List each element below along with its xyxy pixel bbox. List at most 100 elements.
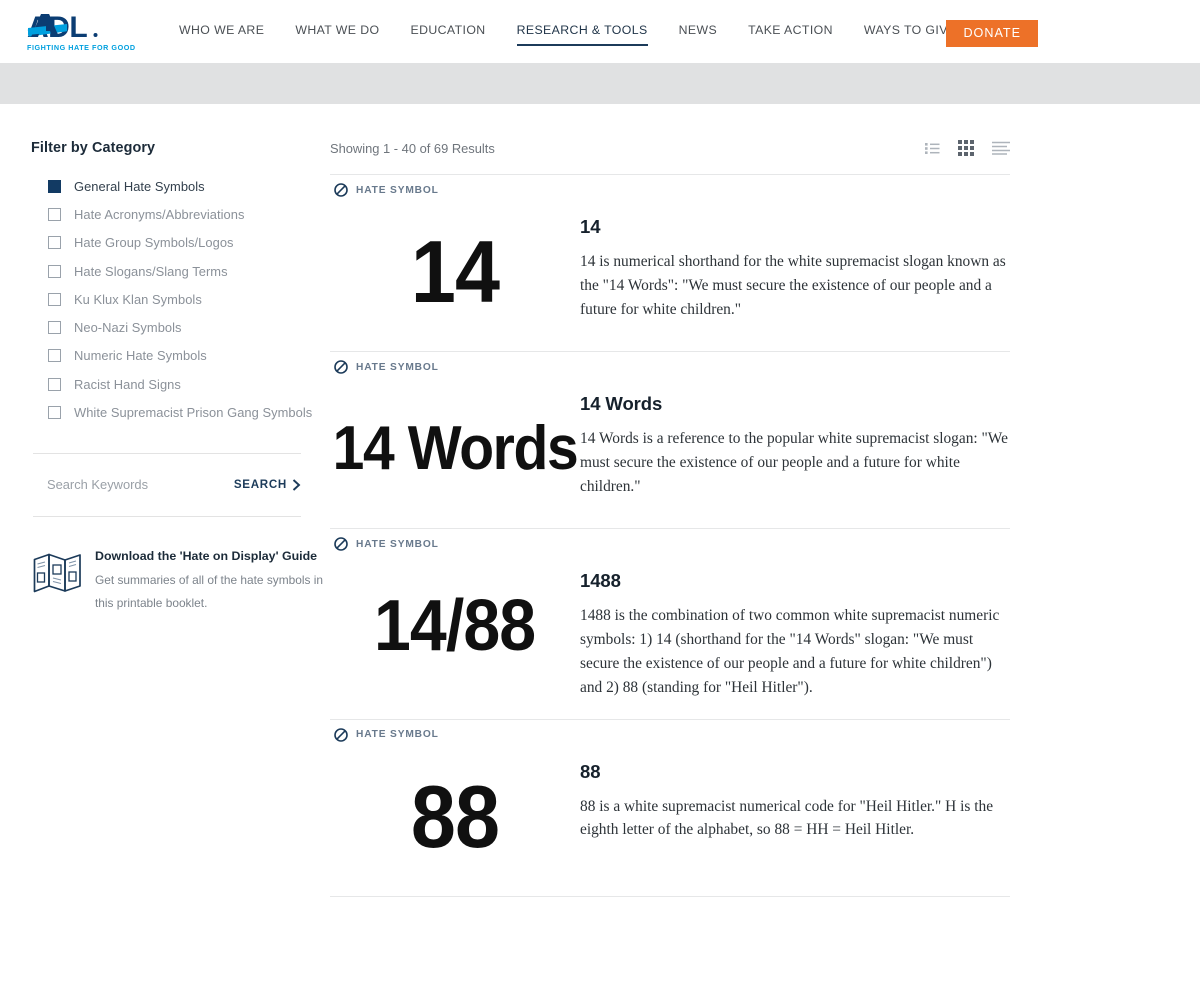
list-view-icon[interactable] xyxy=(925,142,940,155)
checkbox-icon[interactable] xyxy=(48,377,61,391)
page-banner xyxy=(0,63,1200,104)
nav-item-take-action[interactable]: TAKE ACTION xyxy=(748,17,833,46)
keyword-search-row: SEARCH xyxy=(33,454,301,516)
badge-label: HATE SYMBOL xyxy=(356,361,439,373)
prohibition-icon xyxy=(334,537,348,551)
symbol-glyph: 14 xyxy=(410,222,500,321)
filter-item-numeric-hate-symbols[interactable]: Numeric Hate Symbols xyxy=(31,342,330,370)
filter-label: White Supremacist Prison Gang Symbols xyxy=(74,405,313,421)
checkbox-icon[interactable] xyxy=(48,264,61,278)
symbol-thumbnail: 14 Words xyxy=(330,389,580,509)
symbol-thumbnail: 14/88 xyxy=(330,566,580,686)
result-title[interactable]: 88 xyxy=(580,761,1010,783)
result-card-inner: 88 88 88 is a white supremacist numerica… xyxy=(330,736,1010,877)
checkbox-icon[interactable] xyxy=(48,321,61,335)
filter-item-prison-gang-symbols[interactable]: White Supremacist Prison Gang Symbols xyxy=(31,398,330,426)
filter-item-hate-slogans[interactable]: Hate Slogans/Slang Terms xyxy=(31,257,330,285)
result-description: 14 is numerical shorthand for the white … xyxy=(580,253,1006,318)
grid-view-icon-svg xyxy=(958,140,974,156)
grid-view-icon[interactable] xyxy=(958,140,974,156)
compact-view-icon[interactable] xyxy=(992,141,1010,155)
result-card-inner: 14/88 1488 1488 is the combination of tw… xyxy=(330,545,1010,700)
filter-sidebar: Filter by Category General Hate Symbols … xyxy=(0,140,330,897)
filter-panel-title: Filter by Category xyxy=(31,140,156,156)
result-card[interactable]: HATE SYMBOL 14/88 1488 1488 is the combi… xyxy=(330,529,1010,720)
promo-title: Download the 'Hate on Display' Guide xyxy=(95,548,318,563)
symbol-glyph: 14 Words xyxy=(332,414,579,483)
promo-text: Get summaries of all of the hate symbols… xyxy=(95,572,324,610)
result-title[interactable]: 1488 xyxy=(580,570,1010,592)
search-button-label: SEARCH xyxy=(233,478,287,492)
nav-item-ways-to-give[interactable]: WAYS TO GIVE xyxy=(864,17,957,46)
symbol-thumbnail: 88 xyxy=(330,757,580,877)
hate-symbol-badge: HATE SYMBOL xyxy=(334,183,439,197)
symbol-thumbnail: 14 xyxy=(330,212,580,332)
result-title[interactable]: 14 Words xyxy=(580,393,1010,415)
symbol-glyph: 14/88 xyxy=(374,586,536,666)
hate-symbol-badge: HATE SYMBOL xyxy=(334,360,439,374)
result-info: 14 14 is numerical shorthand for the whi… xyxy=(580,212,1010,322)
badge-label: HATE SYMBOL xyxy=(356,729,439,740)
sidebar-divider-bottom xyxy=(33,515,301,517)
filter-item-neo-nazi-symbols[interactable]: Neo-Nazi Symbols xyxy=(31,313,330,341)
filter-item-hate-group-symbols[interactable]: Hate Group Symbols/Logos xyxy=(31,229,330,257)
filter-label: General Hate Symbols xyxy=(74,178,205,194)
symbol-glyph: 88 xyxy=(410,766,500,866)
nav-item-research-and-tools[interactable]: RESEARCH & TOOLS xyxy=(516,17,648,46)
hate-symbol-badge: HATE SYMBOL xyxy=(334,537,439,551)
hate-symbol-badge: HATE SYMBOL xyxy=(334,727,439,742)
result-description: 14 Words is a reference to the popular w… xyxy=(580,430,1008,495)
nav-item-education[interactable]: EDUCATION xyxy=(410,17,485,46)
filter-label: Neo-Nazi Symbols xyxy=(74,320,182,336)
adl-logo-svg: ADL A xyxy=(27,11,98,44)
view-toggle-group xyxy=(925,140,1010,156)
badge-label: HATE SYMBOL xyxy=(356,184,439,196)
adl-logo-mark: ADL A xyxy=(27,11,139,44)
brochure-icon xyxy=(33,548,82,616)
search-input[interactable] xyxy=(33,477,203,493)
filter-item-general-hate-symbols[interactable]: General Hate Symbols xyxy=(31,172,330,200)
checkbox-checked-icon[interactable] xyxy=(48,179,61,193)
filter-item-racist-hand-signs[interactable]: Racist Hand Signs xyxy=(31,370,330,398)
checkbox-icon[interactable] xyxy=(48,349,61,363)
prohibition-icon xyxy=(334,727,348,742)
prohibition-icon xyxy=(334,183,348,197)
compact-view-icon-svg xyxy=(992,141,1010,155)
nav-item-what-we-do[interactable]: WHAT WE DO xyxy=(295,17,379,46)
chevron-right-icon xyxy=(292,478,301,491)
search-button[interactable]: SEARCH xyxy=(234,478,301,491)
checkbox-icon[interactable] xyxy=(48,406,61,420)
result-title[interactable]: 14 xyxy=(580,216,1010,238)
nav-item-news[interactable]: NEWS xyxy=(679,17,718,46)
result-card[interactable]: HATE SYMBOL 14 Words 14 Words 14 Words i… xyxy=(330,352,1010,529)
result-description: 1488 is the combination of two common wh… xyxy=(580,607,1000,696)
filter-label: Hate Group Symbols/Logos xyxy=(74,235,234,251)
result-info: 14 Words 14 Words is a reference to the … xyxy=(580,389,1010,499)
adl-logo[interactable]: ADL A FIGHTING HATE FOR GOOD xyxy=(27,11,139,52)
result-info: 1488 1488 is the combination of two comm… xyxy=(580,566,1010,700)
adl-logo-tagline: FIGHTING HATE FOR GOOD xyxy=(27,42,136,52)
badge-label: HATE SYMBOL xyxy=(356,538,439,550)
brochure-icon-svg xyxy=(33,553,81,593)
filter-label: Ku Klux Klan Symbols xyxy=(74,291,202,307)
site-header: ADL A FIGHTING HATE FOR GOOD WHO WE ARE … xyxy=(0,0,1200,63)
nav-item-who-we-are[interactable]: WHO WE ARE xyxy=(179,17,264,46)
result-info: 88 88 is a white supremacist numerical c… xyxy=(580,757,1010,843)
category-filter-list: General Hate Symbols Hate Acronyms/Abbre… xyxy=(31,172,330,427)
results-panel: Showing 1 - 40 of 69 Results HATE SYMBOL… xyxy=(330,140,1200,897)
filter-item-hate-acronyms[interactable]: Hate Acronyms/Abbreviations xyxy=(31,200,330,228)
list-view-icon-svg xyxy=(925,142,940,154)
download-guide-promo[interactable]: Download the 'Hate on Display' Guide Get… xyxy=(33,548,333,616)
filter-label: Numeric Hate Symbols xyxy=(74,348,207,364)
result-card[interactable]: HATE SYMBOL 88 88 88 is a white supremac… xyxy=(330,720,1010,897)
result-description: 88 is a white supremacist numerical code… xyxy=(580,797,994,839)
checkbox-icon[interactable] xyxy=(48,236,61,250)
filter-item-ku-klux-klan-symbols[interactable]: Ku Klux Klan Symbols xyxy=(31,285,330,313)
prohibition-icon xyxy=(334,360,348,374)
result-card[interactable]: HATE SYMBOL 14 14 14 is numerical shorth… xyxy=(330,175,1010,352)
donate-button[interactable]: DONATE xyxy=(946,20,1038,47)
filter-label: Hate Slogans/Slang Terms xyxy=(74,263,228,279)
checkbox-icon[interactable] xyxy=(48,207,61,221)
checkbox-icon[interactable] xyxy=(48,292,61,306)
result-card-inner: 14 14 14 is numerical shorthand for the … xyxy=(330,191,1010,332)
